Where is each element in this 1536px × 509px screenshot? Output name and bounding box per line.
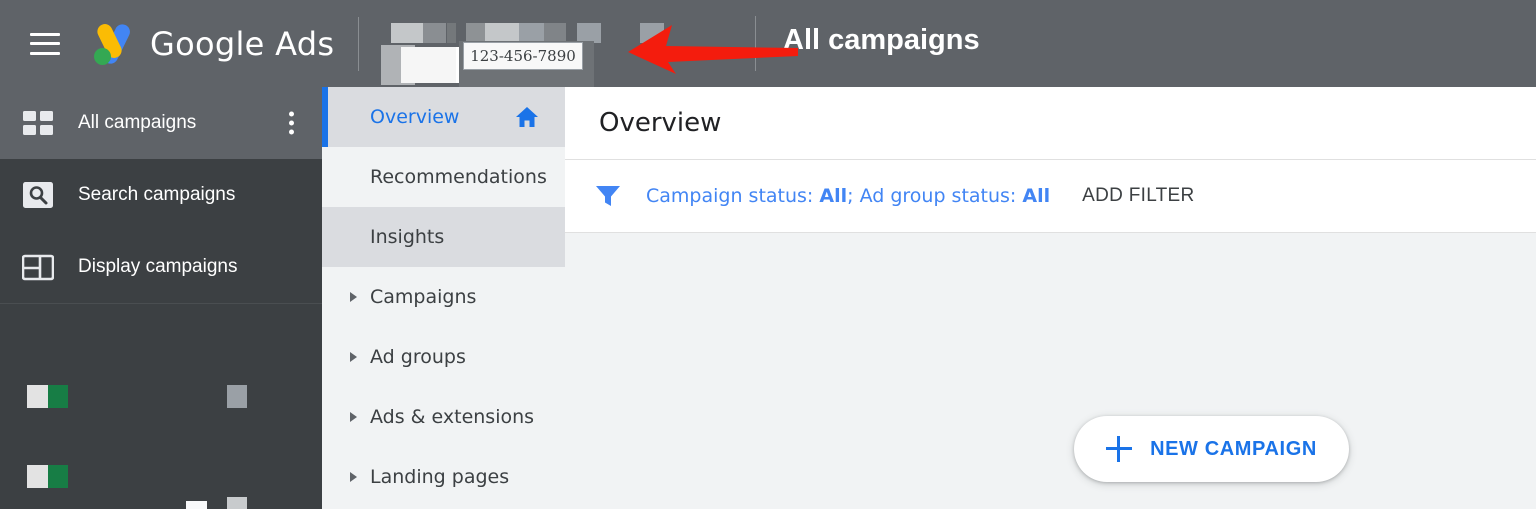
- redacted-block: [227, 497, 247, 509]
- hamburger-menu-icon[interactable]: [30, 32, 60, 55]
- content-header: Overview: [565, 87, 1536, 160]
- subnav-item-insights[interactable]: Insights: [322, 207, 565, 267]
- subnav-item-overview[interactable]: Overview: [322, 87, 565, 147]
- redacted-block: [466, 22, 486, 43]
- sidebar-item-label: All campaigns: [78, 112, 197, 133]
- subnav-item-campaigns[interactable]: Campaigns: [322, 267, 565, 327]
- chevron-right-icon: [350, 472, 357, 482]
- subnav-item-label: Overview: [370, 106, 460, 128]
- ad-group-status-label: Ad group status:: [859, 185, 1023, 207]
- filter-separator: ;: [847, 185, 860, 207]
- brand-logo[interactable]: Google Ads: [88, 21, 334, 67]
- subnav-item-recommendations[interactable]: Recommendations: [322, 147, 565, 207]
- google-ads-app-window: Google Ads 123-456-7890 All campaigns Al…: [0, 0, 1536, 509]
- redacted-block: [27, 385, 48, 408]
- redacted-block: [423, 22, 447, 43]
- redacted-block: [227, 385, 247, 408]
- display-layout-icon: [22, 254, 54, 281]
- redacted-block: [485, 22, 520, 43]
- redacted-block: [544, 22, 567, 43]
- sidebar-item-display-campaigns[interactable]: Display campaigns: [0, 231, 322, 303]
- subnav-item-label: Landing pages: [370, 466, 510, 488]
- secondary-navigation: Overview Recommendations Insights Campai…: [322, 87, 565, 509]
- hamburger-bar: [30, 42, 60, 45]
- kebab-dot: [289, 120, 294, 126]
- redacted-block: [640, 22, 665, 43]
- ad-group-status-value: All: [1022, 185, 1051, 207]
- chevron-right-icon: [350, 352, 357, 362]
- primary-sidebar: All campaigns Search campaigns Display c…: [0, 87, 322, 509]
- home-icon: [516, 107, 538, 127]
- campaign-status-value: All: [819, 185, 848, 207]
- redacted-block: [401, 46, 457, 83]
- account-id-value: 123-456-7890: [470, 47, 576, 65]
- kebab-dot: [289, 111, 294, 117]
- topbar-divider-secondary: [755, 16, 756, 71]
- kebab-dot: [289, 129, 294, 135]
- topbar-divider: [358, 16, 360, 71]
- subnav-item-ad-groups[interactable]: Ad groups: [322, 327, 565, 387]
- more-options-icon[interactable]: [289, 111, 294, 135]
- subnav-item-label: Insights: [370, 226, 445, 248]
- grid-tiles-icon: [23, 111, 53, 135]
- subnav-item-ads-extensions[interactable]: Ads & extensions: [322, 387, 565, 447]
- main-content: Overview Campaign status: All; Ad group …: [565, 87, 1536, 509]
- subnav-item-label: Ad groups: [370, 346, 466, 368]
- new-campaign-label: NEW CAMPAIGN: [1150, 437, 1317, 460]
- redacted-block: [27, 465, 48, 488]
- page-title: All campaigns: [783, 24, 980, 56]
- content-body: NEW CAMPAIGN: [565, 233, 1536, 509]
- add-filter-button[interactable]: ADD FILTER: [1082, 185, 1194, 207]
- subnav-item-label: Campaigns: [370, 286, 477, 308]
- campaign-status-label: Campaign status:: [646, 185, 820, 207]
- subnav-item-landing-pages[interactable]: Landing pages: [322, 447, 565, 507]
- content-title: Overview: [599, 108, 722, 138]
- redacted-block: [447, 22, 457, 43]
- google-ads-logo-icon: [94, 23, 130, 65]
- account-id-tooltip: 123-456-7890: [463, 42, 583, 70]
- redacted-block: [577, 22, 602, 43]
- sidebar-item-label: Search campaigns: [78, 184, 236, 205]
- top-app-bar: Google Ads 123-456-7890 All campaigns: [0, 0, 1536, 89]
- redacted-block: [48, 465, 68, 488]
- sidebar-item-search-campaigns[interactable]: Search campaigns: [0, 159, 322, 231]
- redacted-block: [519, 22, 545, 43]
- hamburger-bar: [30, 32, 60, 36]
- plus-icon: [1106, 436, 1133, 462]
- redacted-block: [186, 501, 207, 509]
- redacted-block: [48, 385, 68, 408]
- sidebar-redacted-region: [0, 304, 322, 509]
- funnel-filter-icon[interactable]: [595, 184, 621, 208]
- brand-name: Google Ads: [150, 24, 335, 63]
- filter-bar: Campaign status: All; Ad group status: A…: [565, 160, 1536, 233]
- active-filter-chip[interactable]: Campaign status: All; Ad group status: A…: [646, 185, 1050, 207]
- hamburger-bar: [30, 51, 60, 55]
- magnifier-icon: [23, 182, 53, 208]
- sidebar-item-label: Display campaigns: [78, 256, 238, 277]
- new-campaign-button[interactable]: NEW CAMPAIGN: [1074, 416, 1349, 482]
- chevron-right-icon: [350, 412, 357, 422]
- chevron-right-icon: [350, 292, 357, 302]
- sidebar-item-all-campaigns[interactable]: All campaigns: [0, 87, 322, 159]
- subnav-item-label: Recommendations: [370, 166, 547, 188]
- subnav-item-label: Ads & extensions: [370, 406, 535, 428]
